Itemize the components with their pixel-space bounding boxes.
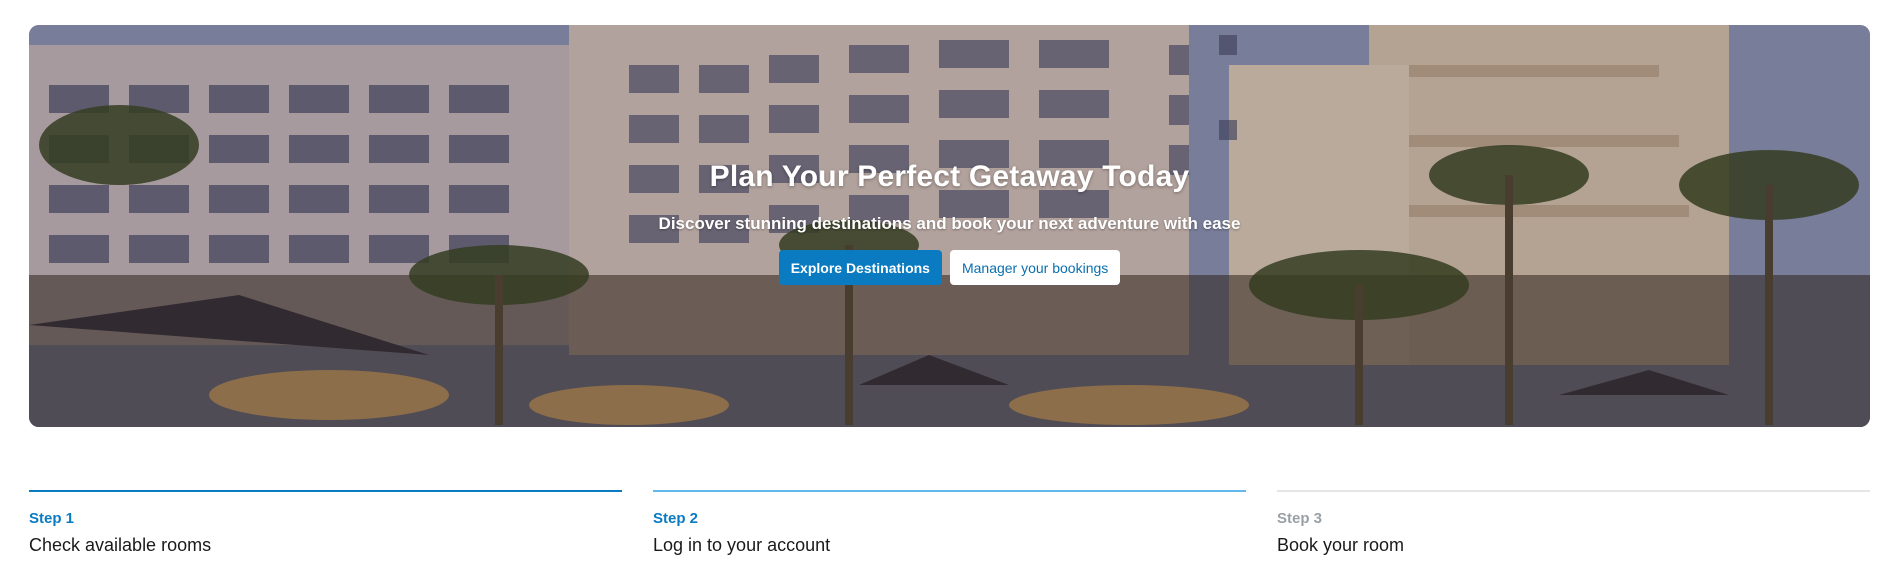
- step-3[interactable]: Step 3 Book your room: [1277, 490, 1870, 556]
- hero-title: Plan Your Perfect Getaway Today: [709, 160, 1190, 193]
- manage-bookings-button[interactable]: Manager your bookings: [949, 250, 1121, 285]
- hero-buttons: Explore Destinations Manager your bookin…: [29, 250, 1870, 285]
- hero-content: Plan Your Perfect Getaway Today Discover…: [29, 160, 1870, 285]
- step-title: Check available rooms: [29, 535, 212, 555]
- step-2[interactable]: Step 2 Log in to your account: [653, 490, 1246, 556]
- step-title: Book your room: [1277, 535, 1405, 555]
- explore-destinations-button[interactable]: Explore Destinations: [778, 250, 942, 285]
- step-label: Step 1: [29, 510, 75, 527]
- hero-subtitle: Discover stunning destinations and book …: [658, 214, 1241, 233]
- step-title: Log in to your account: [653, 535, 831, 555]
- step-1[interactable]: Step 1 Check available rooms: [29, 490, 622, 556]
- step-label: Step 2: [653, 510, 699, 527]
- hero-banner: Plan Your Perfect Getaway Today Discover…: [29, 25, 1870, 427]
- step-label: Step 3: [1277, 510, 1323, 527]
- booking-steps: Step 1 Check available rooms Step 2 Log …: [29, 490, 1870, 556]
